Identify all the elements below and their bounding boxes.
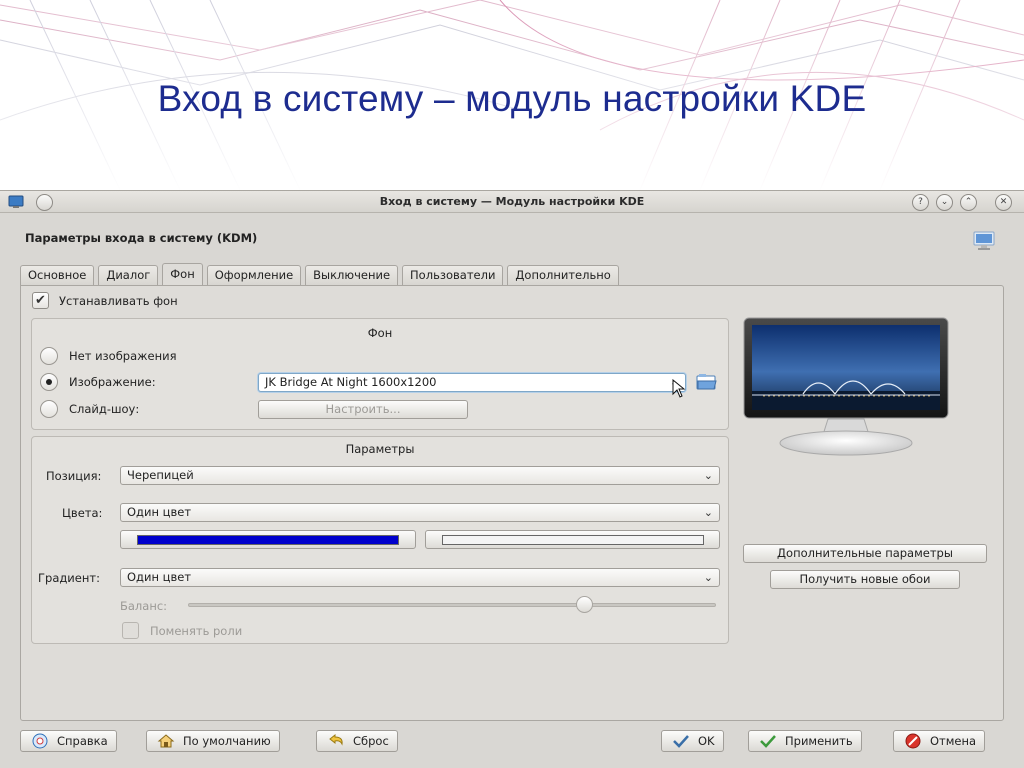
settings-window: Вход в систему — Модуль настройки KDE ? … [0,190,1024,768]
position-label: Позиция: [46,469,102,483]
slideshow-label[interactable]: Слайд-шоу: [69,402,139,416]
checkmark-icon [673,735,689,748]
background-preview-monitor [743,317,949,456]
primary-color-button[interactable] [120,530,416,549]
colors-label: Цвета: [62,506,103,520]
window-titlebar[interactable]: Вход в систему — Модуль настройки KDE ? … [0,191,1024,213]
colors-value: Один цвет [127,505,192,519]
get-new-wallpapers-button[interactable]: Получить новые обои [770,570,960,589]
help-window-button[interactable]: ? [912,194,929,211]
defaults-button-label: По умолчанию [183,734,271,748]
ok-button[interactable]: OK [661,730,724,752]
tab-shutdown[interactable]: Выключение [305,265,399,285]
image-label[interactable]: Изображение: [69,375,156,389]
cancel-button[interactable]: Отмена [893,730,986,752]
balance-slider[interactable] [188,603,716,607]
apply-button-label: Применить [785,734,853,748]
position-combobox[interactable]: Черепицей ⌄ [120,466,720,485]
set-background-label[interactable]: Устанавливать фон [59,294,178,308]
undo-icon [329,733,343,746]
gradient-label: Градиент: [38,571,100,585]
image-combobox[interactable]: JK Bridge At Night 1600x1200 ⌄ [258,373,686,392]
tab-dialog[interactable]: Диалог [98,265,159,285]
tab-bar: Основное Диалог Фон Оформление Выключени… [20,263,623,285]
no-image-radio[interactable] [40,347,58,365]
secondary-color-swatch [442,535,704,545]
maximize-button[interactable]: ⌃ [960,194,977,211]
chevron-down-icon: ⌄ [703,571,713,584]
gradient-combobox[interactable]: Один цвет ⌄ [120,568,720,587]
swap-roles-label[interactable]: Поменять роли [150,624,242,638]
tab-users[interactable]: Пользователи [402,265,504,285]
gradient-value: Один цвет [127,570,192,584]
position-value: Черепицей [127,468,194,482]
tab-theme[interactable]: Оформление [206,265,302,285]
balance-slider-handle[interactable] [576,596,593,613]
cancel-icon [905,733,921,749]
tab-general[interactable]: Основное [20,265,95,285]
mouse-cursor-icon [672,379,686,398]
reset-button-label: Сброс [353,734,389,748]
defaults-icon [157,734,175,748]
advanced-options-button[interactable]: Дополнительные параметры [743,544,987,563]
apply-button[interactable]: Применить [748,730,862,752]
background-group: Фон Нет изображения Изображение: JK Brid… [31,318,729,430]
apply-icon [760,735,776,748]
close-button[interactable]: ✕ [995,194,1012,211]
balance-label: Баланс: [120,599,168,613]
slideshow-radio[interactable] [40,400,58,418]
swap-roles-checkbox[interactable] [122,622,139,639]
folder-open-icon[interactable] [696,373,718,391]
module-header: Параметры входа в систему (KDM) [25,231,258,245]
background-tab-panel: ✔ Устанавливать фон Фон Нет изображения … [20,285,1004,721]
help-button[interactable]: Справка [20,730,117,752]
primary-color-swatch [137,535,399,545]
image-radio[interactable] [40,373,58,391]
configure-slideshow-button[interactable]: Настроить... [258,400,468,419]
help-icon [32,733,48,749]
reset-button[interactable]: Сброс [316,730,398,752]
ok-button-label: OK [698,734,715,748]
chevron-down-icon: ⌄ [703,469,713,482]
minimize-button[interactable]: ⌄ [936,194,953,211]
parameters-group-title: Параметры [345,442,415,456]
background-group-title: Фон [367,326,393,340]
image-value: JK Bridge At Night 1600x1200 [265,375,437,389]
slide-title: Вход в систему – модуль настройки KDE [157,78,867,119]
colors-combobox[interactable]: Один цвет ⌄ [120,503,720,522]
window-title: Вход в систему — Модуль настройки KDE [379,195,645,208]
help-button-label: Справка [57,734,108,748]
defaults-button[interactable]: По умолчанию [146,730,280,752]
set-background-checkbox[interactable]: ✔ [32,292,49,309]
tab-background[interactable]: Фон [162,263,203,285]
cancel-button-label: Отмена [930,734,977,748]
secondary-color-button[interactable] [425,530,720,549]
monitor-icon [973,231,995,250]
tab-advanced[interactable]: Дополнительно [507,265,619,285]
chevron-down-icon: ⌄ [703,506,713,519]
parameters-group: Параметры Позиция: Черепицей ⌄ Цвета: Од… [31,436,729,644]
slide-header: Вход в систему – модуль настройки KDE [0,0,1024,192]
no-image-label[interactable]: Нет изображения [69,349,177,363]
